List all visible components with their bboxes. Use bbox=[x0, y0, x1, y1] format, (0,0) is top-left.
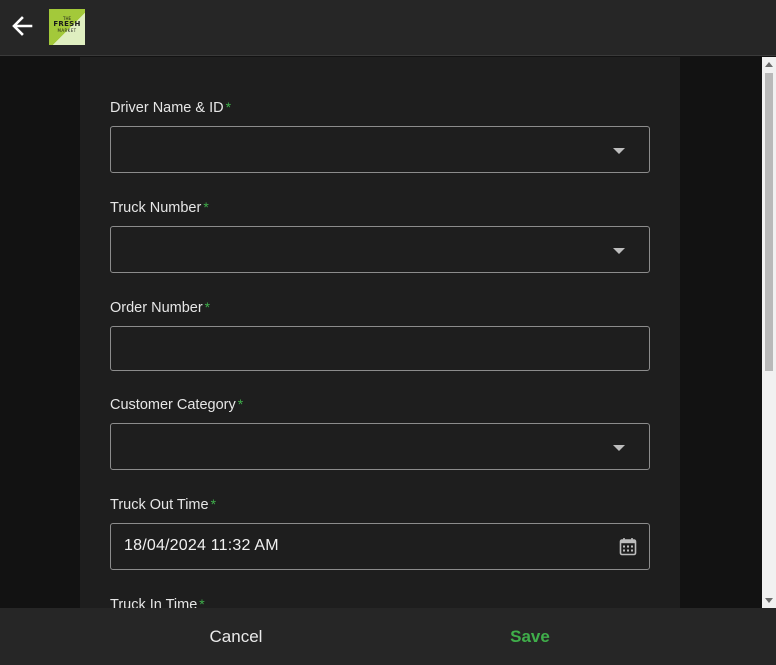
required-asterisk: * bbox=[203, 199, 209, 215]
arrow-left-icon bbox=[12, 16, 33, 36]
truck-out-time-field: Truck Out Time * 18/04/2024 11:32 AM bbox=[110, 494, 650, 570]
customer-category-label: Customer Category bbox=[110, 397, 236, 413]
logo-line-3: MARKET bbox=[57, 27, 77, 33]
order-number-label: Order Number bbox=[110, 300, 203, 316]
scroll-up-icon[interactable] bbox=[765, 62, 773, 67]
fresh-market-logo: THE FRESH MARKET bbox=[49, 9, 85, 45]
truck-out-time-label: Truck Out Time bbox=[110, 497, 209, 513]
required-asterisk: * bbox=[204, 299, 211, 315]
driver-select[interactable] bbox=[110, 126, 650, 173]
scroll-down-icon[interactable] bbox=[765, 598, 773, 603]
truck-out-time-value: 18/04/2024 11:32 AM bbox=[124, 537, 279, 554]
truck-in-time-label: Truck In Time bbox=[110, 597, 198, 608]
order-number-input[interactable] bbox=[110, 326, 650, 371]
save-button[interactable]: Save bbox=[430, 608, 630, 665]
required-asterisk: * bbox=[210, 496, 217, 512]
driver-label: Driver Name & ID bbox=[110, 100, 224, 116]
scrollbar-thumb[interactable] bbox=[765, 73, 773, 371]
scroll-content: Driver Name & ID * Truck Number * Order Nu… bbox=[0, 57, 762, 608]
customer-category-select[interactable] bbox=[110, 423, 650, 470]
truck-number-select[interactable] bbox=[110, 226, 650, 273]
order-number-field: Order Number * bbox=[110, 297, 650, 371]
customer-category-field: Customer Category * bbox=[110, 394, 650, 470]
required-asterisk: * bbox=[237, 396, 244, 412]
required-asterisk: * bbox=[199, 596, 205, 608]
dropdown-caret-icon bbox=[613, 445, 625, 451]
vertical-scrollbar[interactable] bbox=[762, 57, 776, 608]
app-header: THE FRESH MARKET bbox=[0, 0, 776, 56]
back-button[interactable] bbox=[9, 13, 35, 39]
required-asterisk: * bbox=[225, 99, 232, 115]
form-panel: Driver Name & ID * Truck Number * Order Nu… bbox=[80, 57, 680, 608]
truck-number-label: Truck Number bbox=[110, 200, 202, 216]
truck-number-field: Truck Number * bbox=[110, 197, 650, 273]
truck-out-time-input[interactable]: 18/04/2024 11:32 AM bbox=[110, 523, 650, 570]
dropdown-caret-icon bbox=[613, 148, 625, 154]
calendar-icon[interactable] bbox=[619, 537, 637, 556]
dropdown-caret-icon bbox=[613, 248, 625, 254]
driver-field: Driver Name & ID * bbox=[110, 97, 650, 173]
truck-in-time-field: Truck In Time * bbox=[110, 594, 650, 608]
cancel-button[interactable]: Cancel bbox=[136, 608, 336, 665]
action-bar: Cancel Save bbox=[0, 608, 776, 665]
